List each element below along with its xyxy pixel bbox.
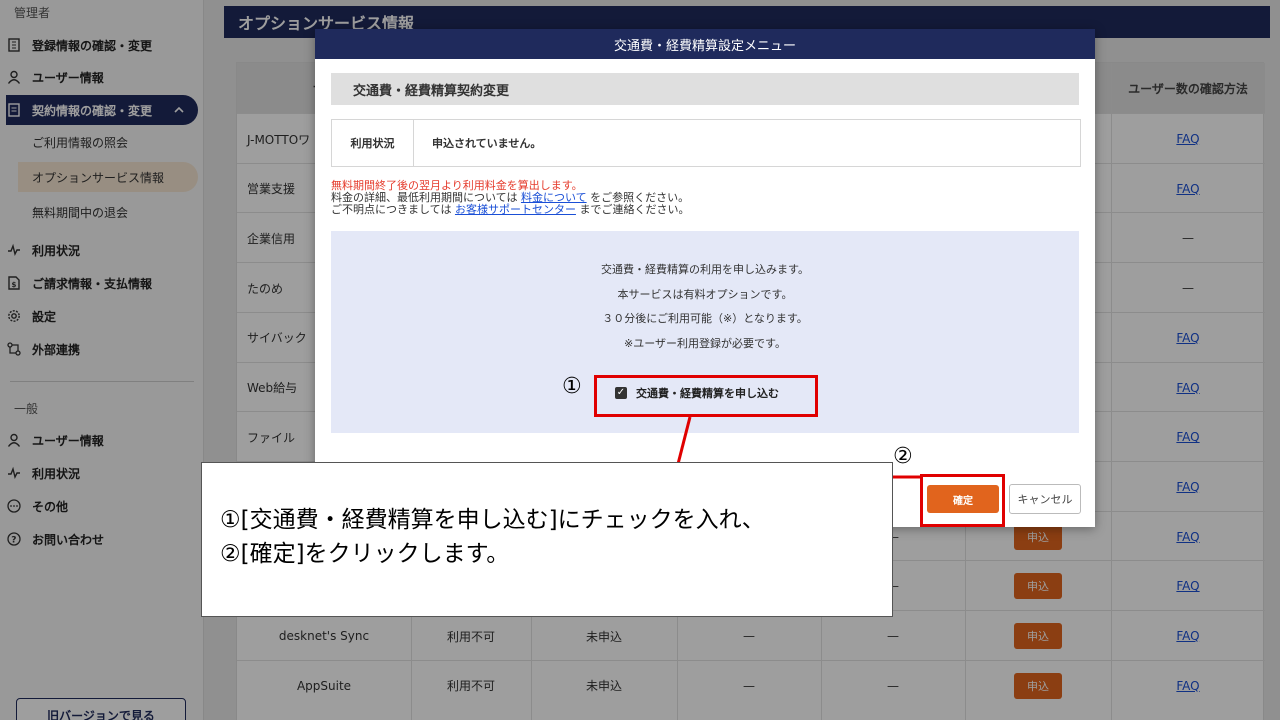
instruction-line-1: ①[交通費・経費精算を申し込む]にチェックを入れ、	[220, 507, 765, 533]
highlight-checkbox	[594, 375, 818, 417]
status-value: 申込されていません。	[432, 137, 542, 150]
modal-title: 交通費・経費精算設定メニュー	[315, 29, 1095, 59]
step1-number: ①	[562, 374, 582, 399]
modal-subtitle: 交通費・経費精算契約変更	[331, 73, 1079, 105]
instruction-callout: ①[交通費・経費精算を申し込む]にチェックを入れ、 ②[確定]をクリックします。	[201, 462, 893, 617]
notes: 無料期間終了後の翌月より利用料金を算出します。 料金の詳細、最低利用期間について…	[331, 180, 1081, 216]
apply-description: 本サービスは有料オプションです。	[617, 288, 793, 301]
instruction-text: ①[交通費・経費精算を申し込む]にチェックを入れ、 ②[確定]をクリックします。	[220, 503, 765, 571]
highlight-confirm	[920, 474, 1005, 527]
note-text: までご連絡ください。	[575, 203, 690, 216]
status-box: 利用状況 申込されていません。	[331, 119, 1081, 167]
note-support: ご不明点につきましては お客様サポートセンター までご連絡ください。	[331, 204, 1081, 216]
cancel-button[interactable]: キャンセル	[1009, 484, 1081, 514]
support-center-link[interactable]: お客様サポートセンター	[455, 203, 576, 216]
step2-number: ②	[893, 444, 913, 469]
apply-description: 交通費・経費精算の利用を申し込みます。	[601, 263, 809, 276]
note-text: ご不明点につきましては	[331, 203, 455, 216]
apply-description: ３０分後にご利用可能（※）となります。	[602, 312, 808, 325]
settings-modal: 交通費・経費精算設定メニュー 交通費・経費精算契約変更 利用状況 申込されていま…	[315, 29, 1095, 527]
apply-description: ※ユーザー利用登録が必要です。	[624, 337, 786, 350]
status-label: 利用状況	[332, 120, 414, 166]
instruction-line-2: ②[確定]をクリックします。	[220, 541, 510, 567]
